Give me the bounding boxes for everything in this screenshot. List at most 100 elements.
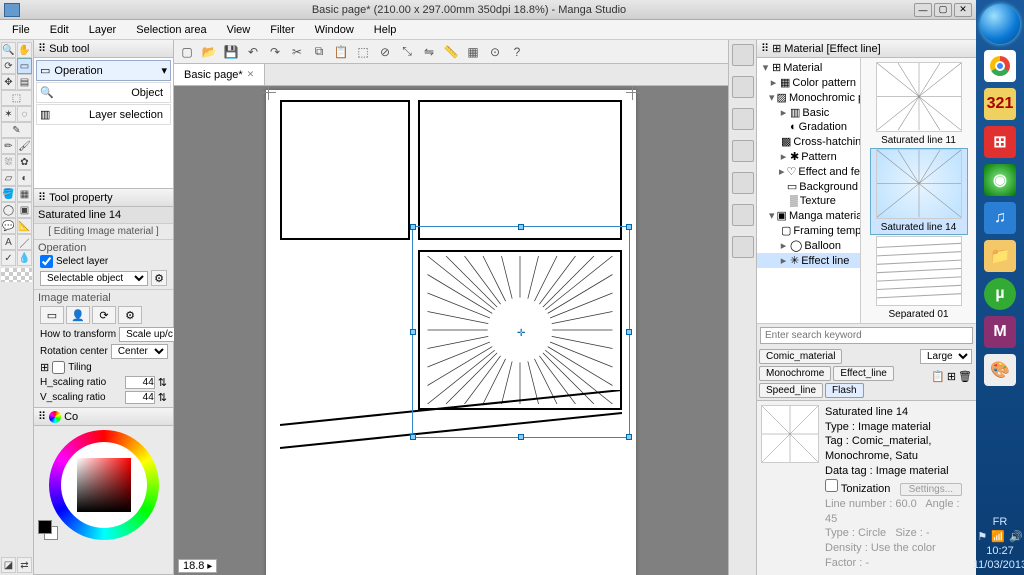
tree-background[interactable]: ▭Background (757, 179, 860, 194)
handle-icon[interactable] (518, 434, 524, 440)
tree-texture[interactable]: ▒Texture (757, 194, 860, 208)
tool-figure-icon[interactable]: ◯ (1, 202, 16, 218)
material-thumb[interactable]: Saturated line 11 (871, 62, 967, 147)
tray-lang[interactable]: FR (993, 516, 1008, 528)
ct-new-icon[interactable]: ▢ (178, 43, 196, 61)
tree-manga-material[interactable]: ▾▣Manga material (757, 208, 860, 223)
tray-time[interactable]: 10:27 (986, 545, 1014, 557)
ct-redo-icon[interactable]: ↷ (266, 43, 284, 61)
tiling-checkbox[interactable] (52, 361, 65, 374)
tool-fgbg-icon[interactable]: ◪ (1, 557, 16, 573)
ct-paste-icon[interactable]: 📋 (332, 43, 350, 61)
app-icon[interactable]: ◉ (984, 164, 1016, 196)
explorer-icon[interactable]: 📁 (984, 240, 1016, 272)
menu-file[interactable]: File (2, 22, 40, 38)
selectable-object-select[interactable]: Selectable object (40, 271, 148, 286)
mangastudio-icon[interactable]: M (984, 316, 1016, 348)
tool-gradient-icon[interactable]: ▦ (17, 186, 32, 202)
rotation-center-select[interactable]: Center (111, 344, 168, 359)
tool-fill-icon[interactable]: 🪣 (1, 186, 16, 202)
tray-network-icon[interactable]: 📶 (991, 530, 1005, 543)
tool-correct-icon[interactable]: ✓ (1, 250, 16, 266)
menu-selection-area[interactable]: Selection area (126, 22, 216, 38)
handle-icon[interactable] (410, 434, 416, 440)
ct-cut-icon[interactable]: ✂ (288, 43, 306, 61)
canvas-viewport[interactable]: ✛ 18.8 ▸ (174, 86, 728, 575)
chrome-icon[interactable] (984, 50, 1016, 82)
tool-swap-icon[interactable]: ⇄ (17, 557, 32, 573)
tool-airbrush-icon[interactable]: ⛆ (1, 154, 16, 170)
subtool-operation[interactable]: ▭ Operation ▾ (36, 60, 171, 81)
handle-icon[interactable] (626, 434, 632, 440)
collapsed-panel-stub[interactable] (732, 76, 754, 98)
document-tab[interactable]: Basic page*✕ (174, 64, 265, 85)
tag-effect-line[interactable]: Effect_line (833, 366, 894, 381)
material-panel-tab[interactable]: ⠿⊞Material [Effect line] (757, 40, 976, 58)
tool-text-icon[interactable]: A (1, 234, 16, 250)
subtool-panel-tab[interactable]: ⠿Sub tool (34, 40, 173, 58)
material-search-input[interactable] (760, 327, 973, 344)
tool-deco-icon[interactable]: ✿ (17, 154, 32, 170)
ct-select-icon[interactable]: ⬚ (354, 43, 372, 61)
collapsed-panel-stub[interactable] (732, 140, 754, 162)
thumb-size-select[interactable]: Large (920, 349, 972, 364)
ct-copy-icon[interactable]: ⧉ (310, 43, 328, 61)
toolprop-panel-tab[interactable]: ⠿Tool property (34, 189, 173, 207)
start-orb[interactable] (980, 4, 1020, 44)
tool-eraser-icon[interactable]: ▱ (1, 170, 16, 186)
menu-filter[interactable]: Filter (260, 22, 304, 38)
trash-icon[interactable]: 🗑 (958, 370, 972, 383)
tree-balloon[interactable]: ▸◯Balloon (757, 238, 860, 253)
imgmat-btn3[interactable]: ⟳ (92, 306, 116, 324)
close-icon[interactable]: ✕ (247, 69, 255, 80)
new-icon[interactable]: ⊞ (947, 370, 956, 383)
color-swatch[interactable] (38, 520, 58, 540)
zoom-readout[interactable]: 18.8 ▸ (178, 559, 217, 573)
tool-line-icon[interactable]: ／ (17, 234, 32, 250)
panel-frame[interactable] (418, 100, 622, 240)
stepper-icon[interactable]: ⇅ (158, 376, 167, 389)
tool-rotate-icon[interactable]: ⟳ (1, 58, 16, 74)
ct-flip-icon[interactable]: ⇋ (420, 43, 438, 61)
color-square[interactable] (77, 458, 131, 512)
ct-help-icon[interactable]: ? (508, 43, 526, 61)
menu-help[interactable]: Help (364, 22, 407, 38)
paint-icon[interactable]: 🎨 (984, 354, 1016, 386)
handle-icon[interactable] (410, 329, 416, 335)
imgmat-btn2[interactable]: 👤 (66, 306, 90, 324)
h-ratio-input[interactable] (125, 376, 155, 389)
utorrent-icon[interactable]: µ (984, 278, 1016, 310)
tool-layer-icon[interactable]: ▤ (17, 74, 32, 90)
tray-volume-icon[interactable]: 🔊 (1009, 530, 1023, 543)
color-panel-tab[interactable]: ⠿Co (34, 408, 173, 426)
tool-marquee-icon[interactable]: ⬚ (1, 90, 32, 106)
tree-crosshatch[interactable]: ▩Cross-hatching (757, 134, 860, 149)
material-thumb[interactable]: Separated 01 (871, 236, 967, 321)
tree-framing[interactable]: ▢Framing templa (757, 223, 860, 238)
tree-gradation[interactable]: ◐Gradation (757, 120, 860, 134)
ct-open-icon[interactable]: 📂 (200, 43, 218, 61)
handle-icon[interactable] (410, 224, 416, 230)
tree-pattern[interactable]: ▸✱Pattern (757, 149, 860, 164)
tool-move-icon[interactable]: ✥ (1, 74, 16, 90)
tool-brush-icon[interactable]: 🖌 (17, 138, 32, 154)
app-icon[interactable]: ⊞ (984, 126, 1016, 158)
imgmat-btn4[interactable]: ⚙ (118, 306, 142, 324)
stepper-icon[interactable]: ⇅ (158, 391, 167, 404)
ct-snap-icon[interactable]: ⊙ (486, 43, 504, 61)
close-button[interactable]: ✕ (954, 3, 972, 17)
ct-save-icon[interactable]: 💾 (222, 43, 240, 61)
tree-basic[interactable]: ▸▥Basic (757, 105, 860, 120)
collapsed-panel-stub[interactable] (732, 108, 754, 130)
panel-frame[interactable] (280, 100, 410, 240)
tree-effect-line[interactable]: ▸✳Effect line (757, 253, 860, 268)
ct-grid-icon[interactable]: ▦ (464, 43, 482, 61)
collapsed-panel-stub[interactable] (732, 236, 754, 258)
tree-material[interactable]: ▾⊞Material (757, 60, 860, 75)
tree-color-pattern[interactable]: ▸▦Color pattern (757, 75, 860, 90)
tree-effect-fellin[interactable]: ▸♡Effect and fellin (757, 164, 860, 179)
menu-window[interactable]: Window (305, 22, 364, 38)
subtool-layer-selection[interactable]: ▥Layer selection (36, 104, 171, 125)
menu-view[interactable]: View (217, 22, 261, 38)
tool-frame-icon[interactable]: ▣ (17, 202, 32, 218)
